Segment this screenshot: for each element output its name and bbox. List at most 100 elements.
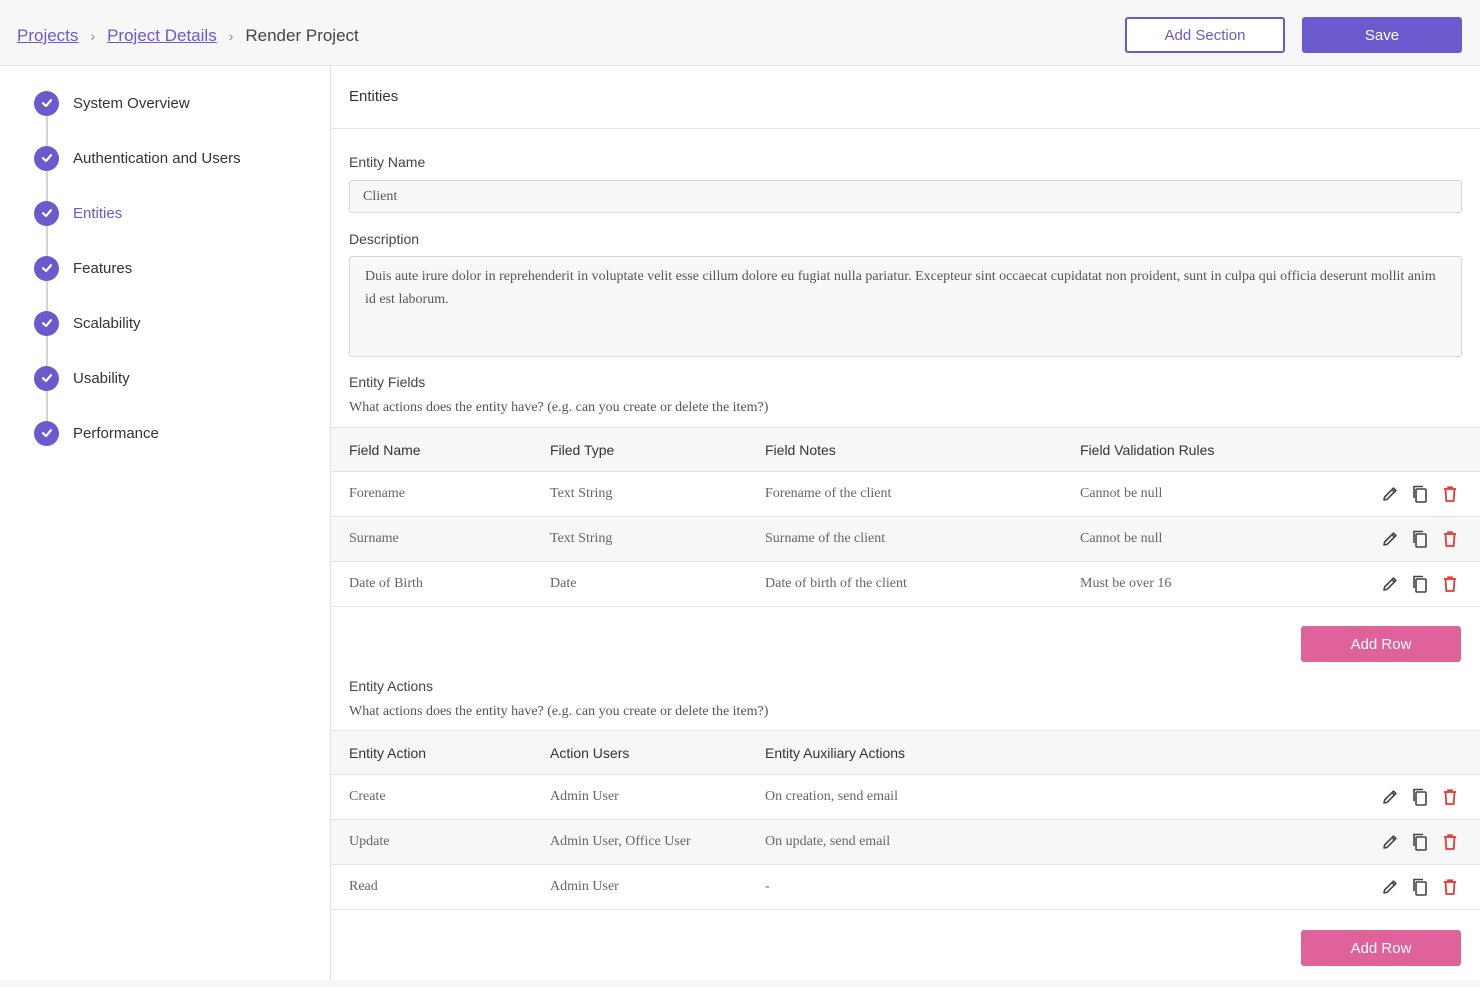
- row-actions: [1380, 574, 1460, 594]
- divider: [332, 128, 1480, 129]
- sidebar-step-performance[interactable]: Performance: [34, 420, 159, 446]
- entity-name-input[interactable]: [349, 180, 1462, 213]
- table-cell: Admin User, Office User: [550, 834, 691, 849]
- pencil-icon[interactable]: [1380, 529, 1400, 549]
- chevron-right-icon: ›: [90, 28, 96, 44]
- trash-icon[interactable]: [1440, 787, 1460, 807]
- table-cell: Must be over 16: [1080, 576, 1172, 591]
- sidebar-step-label: Features: [73, 259, 133, 277]
- column-header: Entity Action: [349, 745, 427, 761]
- sidebar-stepper: System Overview Authentication and Users E…: [0, 66, 331, 980]
- column-header: Field Validation Rules: [1080, 442, 1215, 458]
- sidebar-step-label: System Overview: [73, 94, 190, 112]
- row-actions: [1380, 787, 1460, 807]
- sidebar-step-label: Authentication and Users: [73, 149, 241, 167]
- table-row: Forename Text String Forename of the clien…: [332, 472, 1480, 517]
- top-bar: Projects › Project Details › Render Proj…: [0, 4, 1480, 66]
- sidebar-step-label: Performance: [73, 424, 159, 442]
- table-cell: On creation, send email: [765, 789, 898, 804]
- trash-icon[interactable]: [1440, 877, 1460, 897]
- description-textarea[interactable]: Duis aute irure dolor in reprehenderit i…: [349, 256, 1462, 357]
- sidebar-step-label: Scalability: [73, 314, 141, 332]
- pencil-icon[interactable]: [1380, 832, 1400, 852]
- description-label: Description: [349, 231, 420, 247]
- breadcrumb-current: Render Project: [245, 26, 359, 45]
- trash-icon[interactable]: [1440, 484, 1460, 504]
- table-cell: Surname: [349, 531, 399, 546]
- breadcrumb: Projects › Project Details › Render Proj…: [17, 26, 359, 46]
- entity-fields-title: Entity Fields: [349, 374, 426, 390]
- copy-icon[interactable]: [1410, 484, 1430, 504]
- check-circle-icon: [34, 200, 59, 226]
- table-row: Date of Birth Date Date of birth of the cl…: [332, 562, 1480, 607]
- check-circle-icon: [34, 90, 59, 116]
- sidebar-step-label: Entities: [73, 204, 123, 222]
- sidebar-step-authentication-and-users[interactable]: Authentication and Users: [34, 145, 241, 171]
- table-row: Create Admin User On creation, send email: [332, 775, 1480, 820]
- main-content: Entities Entity Name Description Duis au…: [332, 66, 1480, 980]
- row-actions: [1380, 484, 1460, 504]
- column-header: Field Name: [349, 442, 421, 458]
- chevron-right-icon: ›: [228, 28, 234, 44]
- table-row: Update Admin User, Office User On update, …: [332, 820, 1480, 865]
- trash-icon[interactable]: [1440, 574, 1460, 594]
- sidebar-step-label: Usability: [73, 369, 130, 387]
- save-button[interactable]: Save: [1302, 17, 1462, 53]
- table-cell: -: [765, 879, 770, 894]
- column-header: Entity Auxiliary Actions: [765, 745, 906, 761]
- table-row: Surname Text String Surname of the client C…: [332, 517, 1480, 562]
- table-cell: Admin User: [550, 879, 619, 894]
- entity-fields-table: Field Name Filed Type Field Notes Field Val…: [332, 427, 1480, 607]
- table-cell: Forename of the client: [765, 486, 892, 501]
- check-circle-icon: [34, 310, 59, 336]
- table-cell: Date: [550, 576, 577, 591]
- entity-actions-help: What actions does the entity have? (e.g.…: [349, 704, 769, 719]
- row-actions: [1380, 877, 1460, 897]
- table-cell: Forename: [349, 486, 405, 501]
- sidebar-step-entities[interactable]: Entities: [34, 200, 122, 226]
- row-actions: [1380, 529, 1460, 549]
- table-cell: Date of birth of the client: [765, 576, 907, 591]
- entity-actions-title: Entity Actions: [349, 678, 434, 694]
- copy-icon[interactable]: [1410, 787, 1430, 807]
- breadcrumb-project-details-link[interactable]: Project Details: [107, 26, 217, 46]
- trash-icon[interactable]: [1440, 529, 1460, 549]
- trash-icon[interactable]: [1440, 832, 1460, 852]
- copy-icon[interactable]: [1410, 574, 1430, 594]
- pencil-icon[interactable]: [1380, 484, 1400, 504]
- add-section-button[interactable]: Add Section: [1125, 17, 1285, 53]
- table-header: Entity Action Action Users Entity Auxiliar…: [332, 730, 1480, 775]
- copy-icon[interactable]: [1410, 877, 1430, 897]
- table-header: Field Name Filed Type Field Notes Field Val…: [332, 427, 1480, 472]
- add-action-row-button[interactable]: Add Row: [1301, 930, 1461, 966]
- table-cell: Surname of the client: [765, 531, 886, 546]
- sidebar-step-usability[interactable]: Usability: [34, 365, 130, 391]
- pencil-icon[interactable]: [1380, 787, 1400, 807]
- check-circle-icon: [34, 420, 59, 446]
- entity-actions-table: Entity Action Action Users Entity Auxiliar…: [332, 730, 1480, 910]
- table-cell: Date of Birth: [349, 576, 423, 591]
- pencil-icon[interactable]: [1380, 574, 1400, 594]
- sidebar-step-scalability[interactable]: Scalability: [34, 310, 141, 336]
- copy-icon[interactable]: [1410, 529, 1430, 549]
- breadcrumb-projects-link[interactable]: Projects: [17, 26, 78, 46]
- table-cell: Text String: [550, 531, 613, 546]
- add-field-row-button[interactable]: Add Row: [1301, 626, 1461, 662]
- table-row: Read Admin User -: [332, 865, 1480, 910]
- copy-icon[interactable]: [1410, 832, 1430, 852]
- table-cell: On update, send email: [765, 834, 891, 849]
- pencil-icon[interactable]: [1380, 877, 1400, 897]
- column-header: Field Notes: [765, 442, 836, 458]
- row-actions: [1380, 832, 1460, 852]
- check-circle-icon: [34, 255, 59, 281]
- check-circle-icon: [34, 145, 59, 171]
- table-cell: Update: [349, 834, 390, 849]
- table-cell: Read: [349, 879, 378, 894]
- sidebar-step-system-overview[interactable]: System Overview: [34, 90, 190, 116]
- entity-name-label: Entity Name: [349, 154, 426, 170]
- table-cell: Cannot be null: [1080, 486, 1163, 501]
- section-title: Entities: [349, 88, 399, 105]
- sidebar-step-features[interactable]: Features: [34, 255, 132, 281]
- table-cell: Cannot be null: [1080, 531, 1163, 546]
- table-cell: Create: [349, 789, 386, 804]
